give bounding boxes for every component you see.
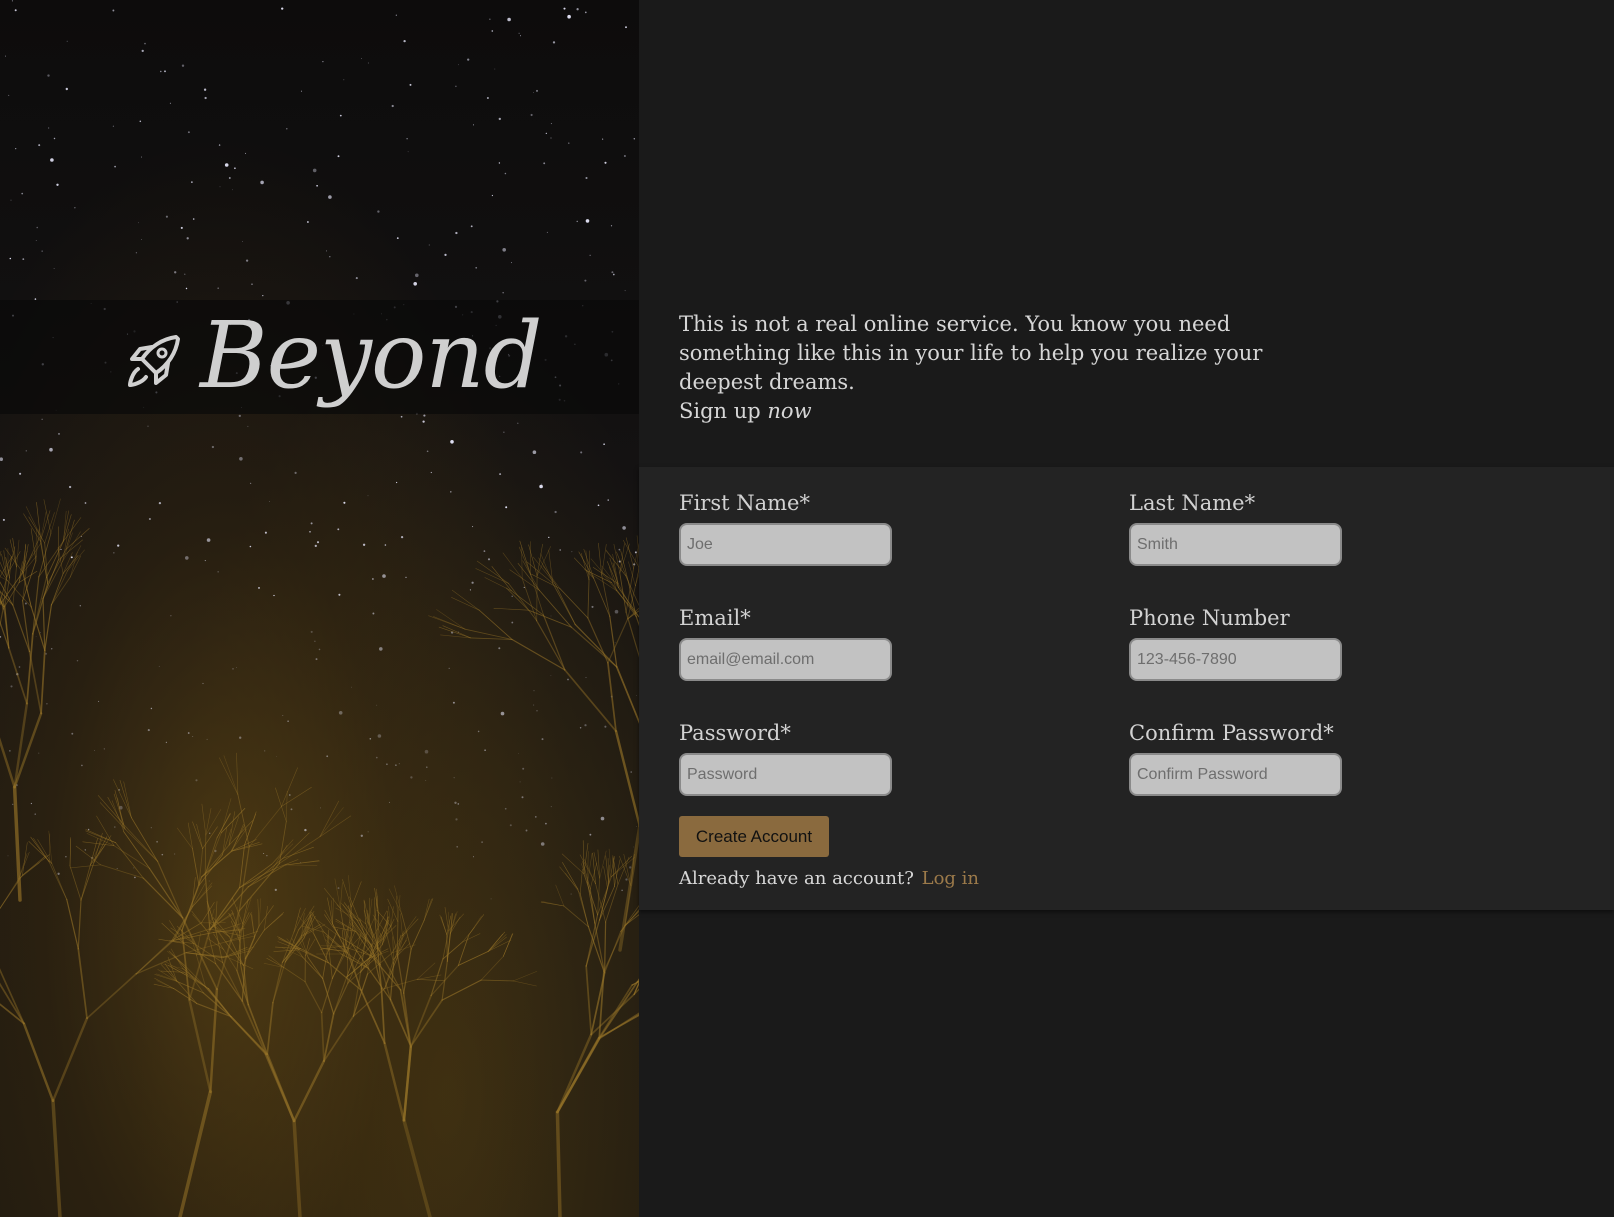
starry-night-background bbox=[0, 0, 639, 1217]
last-name-input[interactable] bbox=[1129, 523, 1342, 566]
hero-image bbox=[0, 0, 639, 1217]
phone-label: Phone Number bbox=[1129, 606, 1290, 630]
login-prompt: Already have an account? Log in bbox=[679, 867, 979, 891]
last-name-label: Last Name* bbox=[1129, 491, 1256, 515]
create-account-button[interactable]: Create Account bbox=[679, 816, 829, 857]
intro-text: This is not a real online service. You k… bbox=[679, 310, 1279, 426]
first-name-input[interactable] bbox=[679, 523, 892, 566]
intro-description: This is not a real online service. You k… bbox=[679, 312, 1263, 394]
email-label: Email* bbox=[679, 606, 751, 630]
rocket-icon bbox=[128, 335, 180, 387]
login-link[interactable]: Log in bbox=[922, 868, 979, 889]
signup-cta-prefix: Sign up bbox=[679, 399, 761, 423]
password-input[interactable] bbox=[679, 753, 892, 796]
password-label: Password* bbox=[679, 721, 791, 745]
signup-cta: Sign up now bbox=[679, 397, 1279, 426]
brand-title: Beyond bbox=[200, 302, 543, 409]
signup-cta-emphasis: now bbox=[767, 399, 812, 423]
confirm-password-label: Confirm Password* bbox=[1129, 721, 1334, 745]
email-input[interactable] bbox=[679, 638, 892, 681]
login-prompt-text: Already have an account? bbox=[679, 868, 914, 889]
confirm-password-input[interactable] bbox=[1129, 753, 1342, 796]
first-name-label: First Name* bbox=[679, 491, 810, 515]
phone-input[interactable] bbox=[1129, 638, 1342, 681]
